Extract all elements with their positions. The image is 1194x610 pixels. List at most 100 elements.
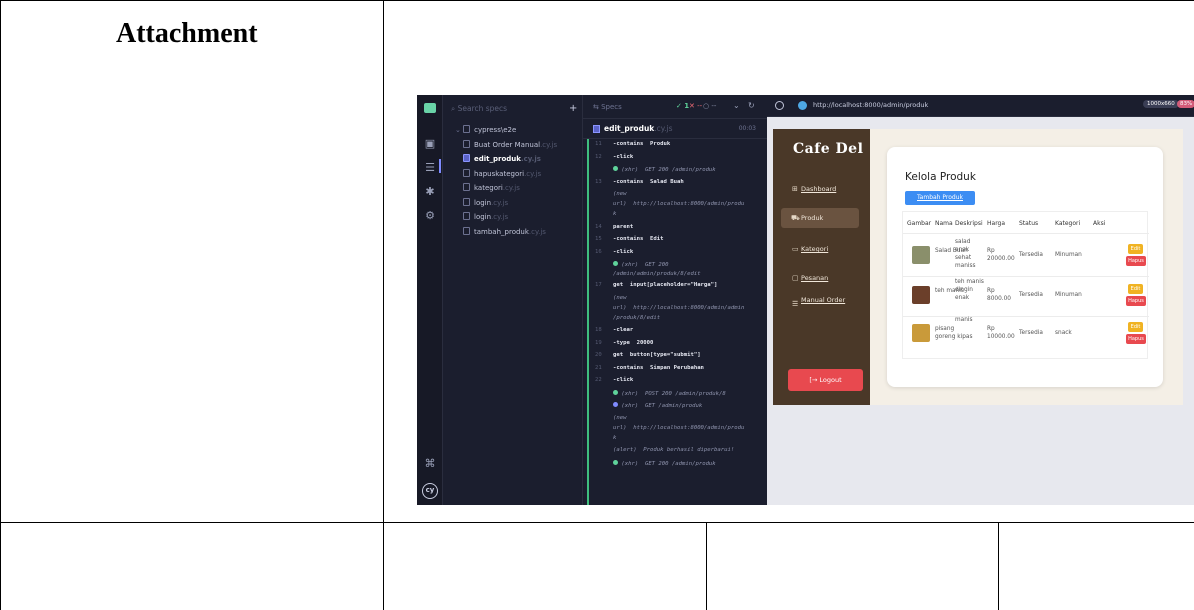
cell-harga: Rp 8000.00 — [987, 288, 1011, 302]
spec-file-item[interactable]: hapuskategori.cy.js — [443, 167, 582, 182]
dropdown-chevron-icon[interactable]: ⌄ — [733, 101, 740, 110]
nav-item-pesanan[interactable]: ▢ Pesanan — [787, 268, 865, 288]
spec-file-ext: .cy.js — [528, 227, 546, 236]
browser-icon — [798, 101, 807, 110]
project-icon[interactable] — [424, 103, 436, 113]
specs-label: Specs — [601, 103, 622, 111]
table-border-left — [0, 0, 1, 610]
table-row-divider — [0, 522, 1194, 523]
command-text-value: (xhr) GET 200 /admin/produk — [621, 460, 716, 467]
command-text: -click — [613, 154, 633, 162]
command-text: /produk/8/edit — [613, 315, 660, 323]
keyboard-shortcuts-icon[interactable]: ⌘ — [423, 457, 437, 471]
spec-name: edit_produk.cy.js — [604, 124, 673, 133]
command-text-value: url) http://localhost:8000/admin/produ — [613, 424, 745, 431]
add-product-button[interactable]: Tambah Produk — [905, 191, 975, 205]
spec-file-item[interactable]: tambah_produk.cy.js — [443, 225, 582, 240]
selector-playground-icon[interactable] — [775, 101, 784, 110]
produk-card: Kelola Produk Tambah Produk Gambar Nama De… — [887, 147, 1163, 387]
pending-count: ○ -- — [703, 102, 717, 110]
command-text: get button[type="submit"] — [613, 352, 701, 360]
command-text: (xhr) POST 200 /admin/produk/8 — [613, 389, 726, 399]
spec-file-ext: .cy.js — [491, 198, 509, 207]
url-text[interactable]: http://localhost:8000/admin/produk — [813, 101, 928, 109]
search-placeholder: Search specs — [457, 104, 508, 113]
command-text: (new — [613, 191, 626, 199]
cell-kategori: Minuman — [1055, 252, 1082, 258]
settings-icon[interactable]: ⚙ — [423, 209, 437, 223]
add-spec-icon[interactable]: + — [569, 103, 577, 114]
command-text-value: parent — [613, 223, 634, 230]
table-divider — [903, 233, 1149, 234]
receipt-icon: ▢ — [792, 274, 799, 282]
nav-item-produk[interactable]: ⛟ Produk — [781, 208, 859, 228]
command-text-value: -contains Produk — [613, 141, 671, 147]
specs-toggle[interactable]: ⇆ Specs — [593, 103, 622, 111]
command-text: get input[placeholder="Harga"] — [613, 282, 717, 290]
status-dot-icon — [613, 261, 618, 266]
command-log-panel: ⇆ Specs ✓ 1 ✕ -- ○ -- ⌄ ↻ edit_produk.cy… — [582, 95, 931, 505]
command-text-value: -type 20000 — [613, 339, 654, 346]
spec-file-item[interactable]: Buat Order Manual.cy.js — [443, 138, 582, 153]
cell-status: Tersedia — [1019, 252, 1043, 258]
command-text: parent — [613, 224, 633, 232]
spec-duration: 00:03 — [738, 125, 756, 132]
app-under-test: Cafe Del [→ Logout ⊞ Dashboard ⛟ Produk ▭ Kat… — [773, 129, 1183, 405]
folder-label: cypress\e2e — [474, 126, 517, 134]
spec-file-item[interactable]: edit_produk.cy.js — [443, 152, 582, 167]
debug-icon[interactable]: ✱ — [423, 185, 437, 199]
command-number: 14 — [595, 223, 602, 230]
delete-button[interactable]: Hapus — [1126, 256, 1146, 266]
delete-button[interactable]: Hapus — [1126, 296, 1146, 306]
edit-button[interactable]: Edit — [1128, 322, 1143, 332]
delete-button[interactable]: Hapus — [1126, 334, 1146, 344]
specs-list-icon[interactable]: ☰ — [423, 161, 437, 175]
spec-file-ext: .cy.js — [524, 169, 542, 178]
status-dot-icon — [613, 459, 618, 465]
command-text-value: -click — [613, 248, 634, 255]
command-number: 13 — [595, 178, 602, 185]
cart-icon: ⛟ — [791, 214, 800, 222]
failed-count: ✕ -- — [689, 102, 703, 110]
nav-item-manual-order[interactable]: ☰ Manual Order — [787, 295, 865, 317]
rerun-icon[interactable]: ↻ — [748, 101, 755, 110]
spec-file-icon — [593, 125, 600, 133]
nav-item-label: Pesanan — [801, 274, 829, 282]
command-text: -contains Produk — [613, 141, 670, 149]
passed-count: ✓ 1 — [676, 102, 690, 110]
table-column-divider — [998, 522, 999, 610]
command-number: 20 — [595, 352, 602, 359]
nav-item-dashboard[interactable]: ⊞ Dashboard — [787, 179, 865, 199]
spec-file-name: Buat Order Manual — [474, 140, 541, 149]
command-number: 21 — [595, 364, 602, 371]
command-text-value: -contains Simpan Perubahan — [613, 364, 704, 371]
command-number: 18 — [595, 327, 602, 334]
command-text: -contains Salad Buah — [613, 179, 684, 187]
column-header: Gambar — [907, 220, 932, 227]
spec-file-name: login — [474, 213, 492, 221]
spec-folder[interactable]: ⌄ cypress\e2e — [443, 123, 582, 138]
spec-file-ext: .cy.js — [491, 213, 509, 221]
command-number: 22 — [595, 377, 602, 384]
spec-file-item[interactable]: login.cy.js — [443, 196, 582, 211]
command-text-value: (xhr) GET /admin/produk — [621, 403, 703, 410]
file-icon — [463, 183, 470, 191]
table-divider — [903, 316, 1149, 317]
command-text-value: (xhr) GET 200 — [621, 262, 669, 268]
command-text-value: k — [613, 211, 617, 217]
command-text-value: -click — [613, 377, 634, 384]
spec-file-item[interactable]: kategori.cy.js — [443, 181, 582, 196]
product-image — [912, 286, 930, 304]
nav-item-kategori[interactable]: ▭ Kategori — [787, 239, 865, 259]
column-header: Kategori — [1055, 220, 1081, 227]
logout-button[interactable]: [→ Logout — [788, 369, 863, 391]
runs-icon[interactable]: ▣ — [423, 137, 437, 151]
cypress-sidebar-rail: ▣ ☰ ✱ ⚙ ⌘ cy — [417, 95, 443, 505]
command-text-value: (new — [613, 414, 627, 421]
spec-file-item[interactable]: login.cy.js — [443, 210, 582, 225]
edit-button[interactable]: Edit — [1128, 244, 1143, 254]
product-image — [912, 246, 930, 264]
edit-button[interactable]: Edit — [1128, 284, 1143, 294]
search-specs-input[interactable]: ⌕ Search specs + — [451, 103, 577, 114]
command-text-value: -contains Salad Buah — [613, 178, 684, 185]
